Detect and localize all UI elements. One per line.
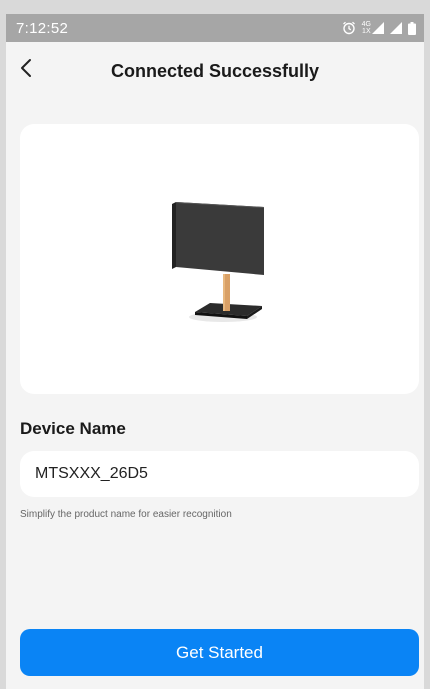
signal-4g-icon: 4G 1X xyxy=(362,21,384,35)
device-name-input[interactable] xyxy=(20,451,419,497)
network-type-label-secondary: 1X xyxy=(362,28,371,35)
get-started-button[interactable]: Get Started xyxy=(20,629,419,676)
app-screen: 7:12:52 4G 1X Connected Successfully Dev… xyxy=(6,14,424,689)
nav-bar: Connected Successfully xyxy=(6,42,424,98)
status-icons: 4G 1X xyxy=(342,20,416,36)
signal-icon xyxy=(390,22,402,34)
device-name-label: Device Name xyxy=(20,419,126,438)
alarm-icon xyxy=(342,21,356,35)
tv-stand-illustration xyxy=(172,202,264,322)
page-title: Connected Successfully xyxy=(110,61,320,81)
device-name-hint: Simplify the product name for easier rec… xyxy=(20,509,232,520)
status-bar: 7:12:52 4G 1X xyxy=(6,14,424,42)
status-time: 7:12:52 xyxy=(16,20,69,37)
battery-icon xyxy=(408,21,416,35)
network-type-label: 4G xyxy=(361,21,371,28)
device-image-card xyxy=(20,124,419,394)
